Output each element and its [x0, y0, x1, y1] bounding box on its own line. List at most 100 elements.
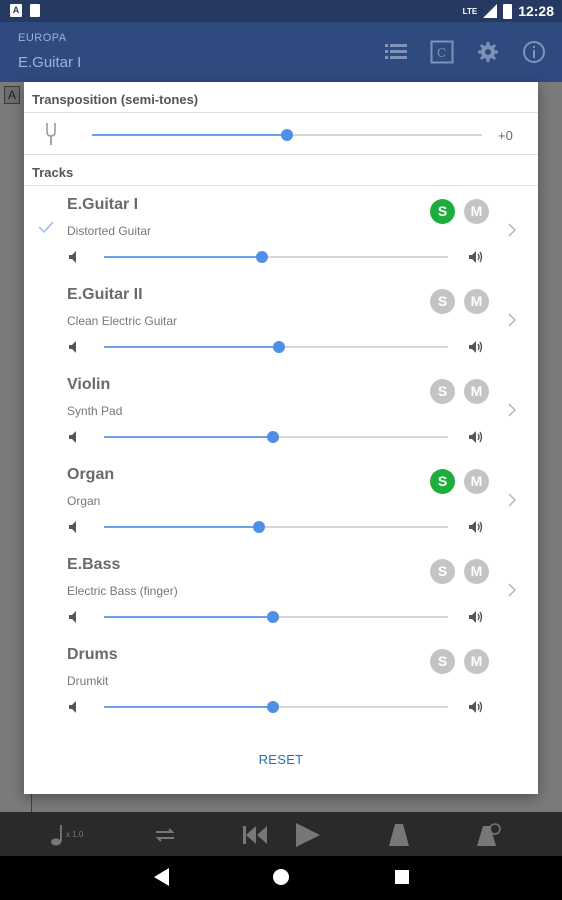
- slider-thumb[interactable]: [266, 431, 279, 443]
- track-row[interactable]: Organ Organ S M: [24, 466, 538, 556]
- chord-icon[interactable]: C: [430, 40, 454, 64]
- chevron-right-icon[interactable]: [508, 313, 516, 327]
- track-volume-slider[interactable]: [104, 520, 448, 534]
- solo-button[interactable]: S: [430, 559, 455, 584]
- app-title: E.Guitar I: [18, 54, 82, 71]
- tempo-speed: x 1.0: [66, 830, 84, 839]
- list-icon[interactable]: [384, 40, 408, 64]
- chevron-right-icon[interactable]: [508, 403, 516, 417]
- track-instrument: Electric Bass (finger): [67, 584, 178, 598]
- track-volume-slider[interactable]: [104, 610, 448, 624]
- volume-low-icon: [69, 611, 76, 623]
- transposition-value: +0: [498, 128, 513, 143]
- track-row[interactable]: Drums Drumkit S M: [24, 646, 538, 736]
- track-instrument: Clean Electric Guitar: [67, 314, 178, 328]
- solo-button[interactable]: S: [430, 379, 455, 404]
- slider-fill: [104, 346, 280, 348]
- slider-thumb[interactable]: [273, 341, 286, 353]
- mute-button[interactable]: M: [464, 469, 489, 494]
- track-instrument: Synth Pad: [67, 404, 123, 418]
- volume-high-icon: [469, 521, 483, 533]
- slider-fill: [104, 526, 259, 528]
- slider-fill: [92, 134, 287, 136]
- volume-high-icon: [469, 341, 483, 353]
- track-instrument: Distorted Guitar: [67, 224, 152, 238]
- volume-low-icon: [69, 341, 76, 353]
- sd-card-icon: [30, 4, 40, 17]
- app-bar: EUROPA E.Guitar I C: [0, 22, 562, 82]
- slider-thumb[interactable]: [281, 129, 293, 141]
- volume-high-icon: [469, 701, 483, 713]
- battery-icon: [503, 3, 513, 19]
- network-type: LTE: [462, 6, 478, 16]
- chevron-right-icon[interactable]: [508, 583, 516, 597]
- slider-fill: [104, 436, 273, 438]
- volume-high-icon: [469, 611, 483, 623]
- tuning-fork-icon: [46, 123, 56, 145]
- loop-icon[interactable]: [152, 822, 178, 853]
- home-icon[interactable]: [272, 867, 290, 887]
- signal-icon: [483, 4, 498, 18]
- slider-fill: [104, 616, 273, 618]
- slider-thumb[interactable]: [266, 611, 279, 623]
- clock: 12:28: [518, 3, 554, 19]
- mute-button[interactable]: M: [464, 559, 489, 584]
- rewind-icon[interactable]: [242, 822, 268, 853]
- notification-a-icon: A: [10, 4, 22, 17]
- track-row[interactable]: E.Guitar II Clean Electric Guitar S M: [24, 286, 538, 376]
- info-icon[interactable]: [522, 40, 546, 64]
- track-instrument: Drumkit: [67, 674, 109, 688]
- divider: [24, 112, 538, 113]
- backdrop-edge-label: A: [4, 86, 20, 104]
- metronome-settings-icon[interactable]: [476, 822, 502, 853]
- status-bar: A LTE 12:28: [0, 0, 562, 22]
- divider: [24, 154, 538, 155]
- play-icon[interactable]: [294, 822, 320, 853]
- track-volume-slider[interactable]: [104, 250, 448, 264]
- slider-fill: [104, 256, 263, 258]
- recents-icon[interactable]: [394, 867, 410, 887]
- chevron-right-icon[interactable]: [508, 223, 516, 237]
- metronome-icon[interactable]: [386, 822, 412, 853]
- transposition-title: Transposition (semi-tones): [32, 92, 199, 107]
- volume-high-icon: [469, 431, 483, 443]
- track-volume-slider[interactable]: [104, 430, 448, 444]
- track-name: E.Bass: [67, 556, 121, 573]
- mute-button[interactable]: M: [464, 649, 489, 674]
- solo-button[interactable]: S: [430, 199, 455, 224]
- mute-button[interactable]: M: [464, 289, 489, 314]
- track-name: Drums: [67, 646, 118, 663]
- solo-button[interactable]: S: [430, 289, 455, 314]
- mute-button[interactable]: M: [464, 379, 489, 404]
- track-row[interactable]: Violin Synth Pad S M: [24, 376, 538, 466]
- tracks-title: Tracks: [32, 165, 74, 180]
- track-name: E.Guitar I: [67, 196, 139, 213]
- song-subtitle: EUROPA: [18, 32, 67, 44]
- slider-thumb[interactable]: [266, 701, 279, 713]
- solo-button[interactable]: S: [430, 649, 455, 674]
- player-toolbar: x 1.0: [0, 812, 562, 856]
- track-row[interactable]: E.Guitar I Distorted Guitar S M: [24, 196, 538, 286]
- reset-button[interactable]: RESET: [24, 752, 538, 767]
- slider-thumb[interactable]: [256, 251, 269, 263]
- solo-button[interactable]: S: [430, 469, 455, 494]
- track-row[interactable]: E.Bass Electric Bass (finger) S M: [24, 556, 538, 646]
- divider: [24, 185, 538, 186]
- chevron-right-icon[interactable]: [508, 493, 516, 507]
- volume-low-icon: [69, 251, 76, 263]
- volume-high-icon: [469, 251, 483, 263]
- back-icon[interactable]: [152, 867, 170, 887]
- track-instrument: Organ: [67, 494, 101, 508]
- track-volume-slider[interactable]: [104, 700, 448, 714]
- mixer-dialog: Transposition (semi-tones) +0 Tracks E.G…: [24, 82, 538, 794]
- track-name: Organ: [67, 466, 115, 483]
- gear-icon[interactable]: [476, 40, 500, 64]
- check-icon: [38, 221, 54, 233]
- track-volume-slider[interactable]: [104, 340, 448, 354]
- volume-low-icon: [69, 521, 76, 533]
- volume-low-icon: [69, 701, 76, 713]
- transposition-slider[interactable]: [92, 128, 482, 142]
- slider-thumb[interactable]: [252, 521, 265, 533]
- svg-text:C: C: [437, 46, 446, 60]
- mute-button[interactable]: M: [464, 199, 489, 224]
